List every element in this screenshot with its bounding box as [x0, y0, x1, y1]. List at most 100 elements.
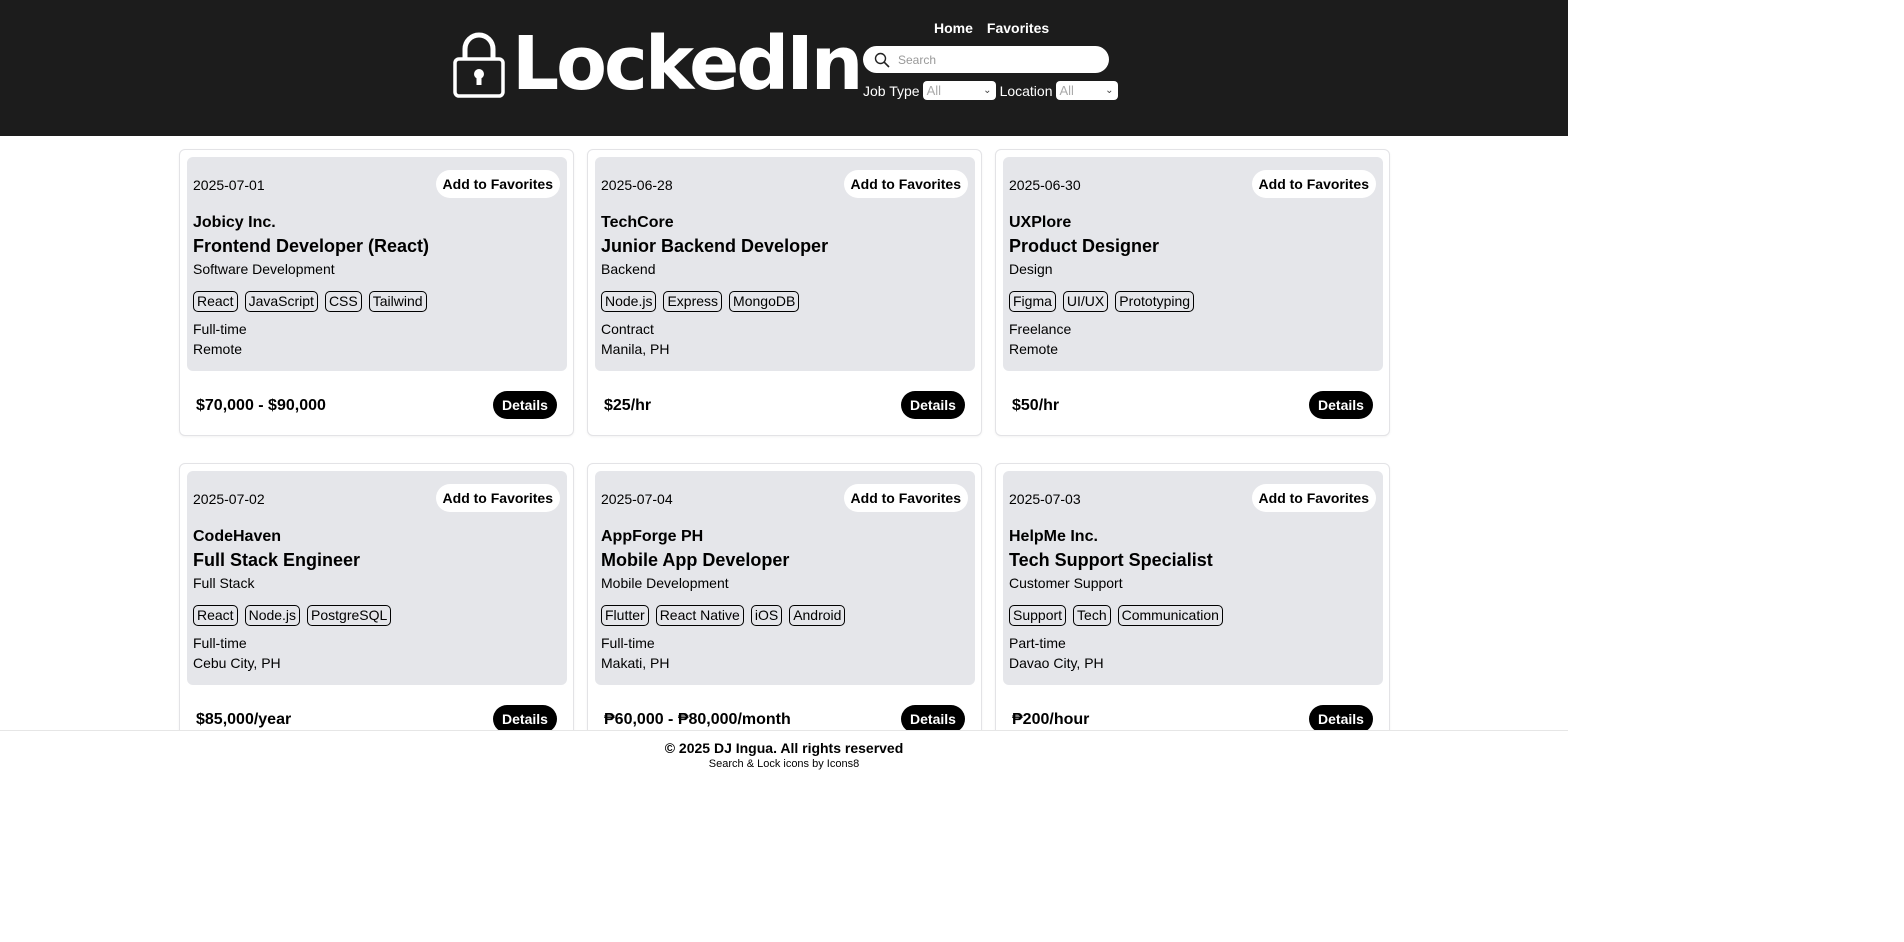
job-location: Manila, PH [601, 341, 670, 357]
job-category: Backend [601, 261, 656, 277]
copyright: © 2025 DJ Ingua. All rights reserved [664, 740, 904, 756]
add-to-favorites-button[interactable]: Add to Favorites [843, 484, 968, 512]
search-bar[interactable] [863, 46, 1109, 73]
skill-tags: Support Tech Communication [1009, 605, 1223, 626]
skill-tag: MongoDB [729, 291, 800, 312]
skill-tag: Tech [1073, 605, 1111, 626]
skill-tag: PostgreSQL [307, 605, 392, 626]
site-header: LockedIn Home Favorites Job Type All ⌄ L… [0, 0, 1568, 136]
job-date: 2025-07-03 [1009, 491, 1081, 507]
job-type-value: All [926, 83, 942, 98]
job-date: 2025-07-02 [193, 491, 265, 507]
job-category: Design [1009, 261, 1053, 277]
details-button[interactable]: Details [1309, 705, 1373, 733]
skill-tag: Figma [1009, 291, 1056, 312]
job-title: Product Designer [1009, 236, 1160, 256]
company-name: Jobicy Inc. [193, 214, 276, 231]
job-type-select[interactable]: All ⌄ [922, 81, 996, 100]
details-button[interactable]: Details [901, 705, 965, 733]
job-card: 2025-07-01 Add to Favorites Jobicy Inc. … [179, 149, 574, 436]
job-pay: $85,000/year [196, 711, 292, 728]
job-title: Full Stack Engineer [193, 550, 361, 570]
add-to-favorites-button[interactable]: Add to Favorites [843, 170, 968, 198]
job-card: 2025-07-02 Add to Favorites CodeHaven Fu… [179, 463, 574, 750]
chevron-down-icon: ⌄ [983, 85, 992, 96]
add-to-favorites-button[interactable]: Add to Favorites [435, 170, 560, 198]
add-to-favorites-button[interactable]: Add to Favorites [1251, 170, 1376, 198]
icon-credit: Search & Lock icons by Icons8 [708, 758, 860, 770]
add-to-favorites-button[interactable]: Add to Favorites [435, 484, 560, 512]
job-title: Frontend Developer (React) [193, 236, 430, 256]
footer: © 2025 DJ Ingua. All rights reserved Sea… [0, 730, 1568, 776]
logo[interactable]: LockedIn [452, 21, 863, 107]
job-category: Software Development [193, 261, 335, 277]
job-category: Full Stack [193, 575, 255, 591]
job-title: Junior Backend Developer [601, 236, 829, 256]
skill-tag: CSS [324, 291, 362, 312]
location-select[interactable]: All ⌄ [1055, 81, 1118, 100]
job-type-label: Job Type [863, 82, 920, 99]
job-location: Makati, PH [601, 655, 670, 671]
skill-tags: Node.js Express MongoDB [601, 291, 800, 312]
job-date: 2025-07-01 [193, 177, 265, 193]
job-title: Mobile App Developer [601, 550, 790, 570]
job-card: 2025-07-04 Add to Favorites AppForge PH … [587, 463, 982, 750]
job-category: Customer Support [1009, 575, 1123, 591]
details-button[interactable]: Details [901, 391, 965, 419]
skill-tag: React [193, 605, 238, 626]
lock-icon [453, 32, 505, 98]
company-name: AppForge PH [601, 528, 704, 545]
add-to-favorites-button[interactable]: Add to Favorites [1251, 484, 1376, 512]
company-name: TechCore [601, 214, 674, 231]
skill-tag: Communication [1117, 605, 1223, 626]
company-name: HelpMe Inc. [1009, 528, 1098, 545]
skill-tags: Figma UI/UX Prototyping [1009, 291, 1195, 312]
job-date: 2025-06-28 [601, 177, 673, 193]
job-card-body: 2025-07-04 Add to Favorites AppForge PH … [595, 471, 975, 685]
job-location: Remote [1009, 341, 1059, 357]
skill-tag: React Native [655, 605, 744, 626]
skill-tags: React JavaScript CSS Tailwind [193, 291, 427, 312]
chevron-down-icon: ⌄ [1105, 85, 1114, 96]
job-type: Part-time [1009, 635, 1066, 651]
job-title: Tech Support Specialist [1009, 550, 1213, 570]
search-icon [874, 52, 890, 68]
job-location: Davao City, PH [1009, 655, 1104, 671]
details-button[interactable]: Details [1309, 391, 1373, 419]
filters: Job Type All ⌄ Location All ⌄ [863, 81, 1122, 100]
nav-favorites[interactable]: Favorites [987, 20, 1049, 36]
skill-tag: Express [663, 291, 723, 312]
skill-tag: iOS [750, 605, 783, 626]
skill-tag: JavaScript [244, 291, 318, 312]
details-button[interactable]: Details [493, 391, 557, 419]
job-type: Full-time [193, 321, 247, 337]
skill-tag: Tailwind [368, 291, 427, 312]
job-type: Freelance [1009, 321, 1072, 337]
location-label: Location [999, 82, 1053, 99]
skill-tag: Flutter [601, 605, 649, 626]
job-pay: $50/hr [1012, 397, 1060, 414]
logo-text: LockedIn [512, 21, 863, 107]
skill-tag: Support [1009, 605, 1067, 626]
job-card: 2025-06-30 Add to Favorites UXPlore Prod… [995, 149, 1390, 436]
job-type: Full-time [193, 635, 247, 651]
job-type: Full-time [601, 635, 655, 651]
job-card: 2025-06-28 Add to Favorites TechCore Jun… [587, 149, 982, 436]
job-type: Contract [601, 321, 654, 337]
skill-tags: React Node.js PostgreSQL [193, 605, 392, 626]
details-button[interactable]: Details [493, 705, 557, 733]
skill-tag: Node.js [244, 605, 301, 626]
job-date: 2025-06-30 [1009, 177, 1081, 193]
company-name: CodeHaven [193, 528, 282, 545]
job-card: 2025-07-03 Add to Favorites HelpMe Inc. … [995, 463, 1390, 750]
skill-tag: Node.js [601, 291, 657, 312]
job-card-body: 2025-06-30 Add to Favorites UXPlore Prod… [1003, 157, 1383, 371]
search-input[interactable] [898, 52, 1098, 67]
main-nav: Home Favorites [934, 20, 1049, 36]
job-grid: 2025-07-01 Add to Favorites Jobicy Inc. … [179, 149, 1391, 750]
job-location: Remote [193, 341, 243, 357]
job-card-body: 2025-07-02 Add to Favorites CodeHaven Fu… [187, 471, 567, 685]
nav-home[interactable]: Home [934, 20, 973, 36]
skill-tag: Android [789, 605, 846, 626]
job-card-body: 2025-07-01 Add to Favorites Jobicy Inc. … [187, 157, 567, 371]
